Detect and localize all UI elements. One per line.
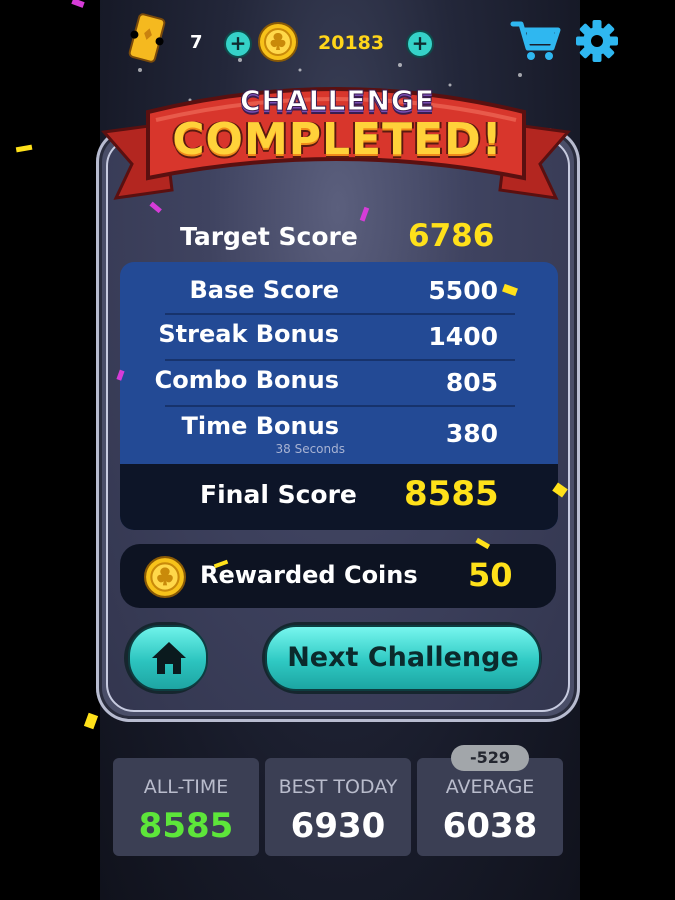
- confetti-decoration: [15, 0, 568, 730]
